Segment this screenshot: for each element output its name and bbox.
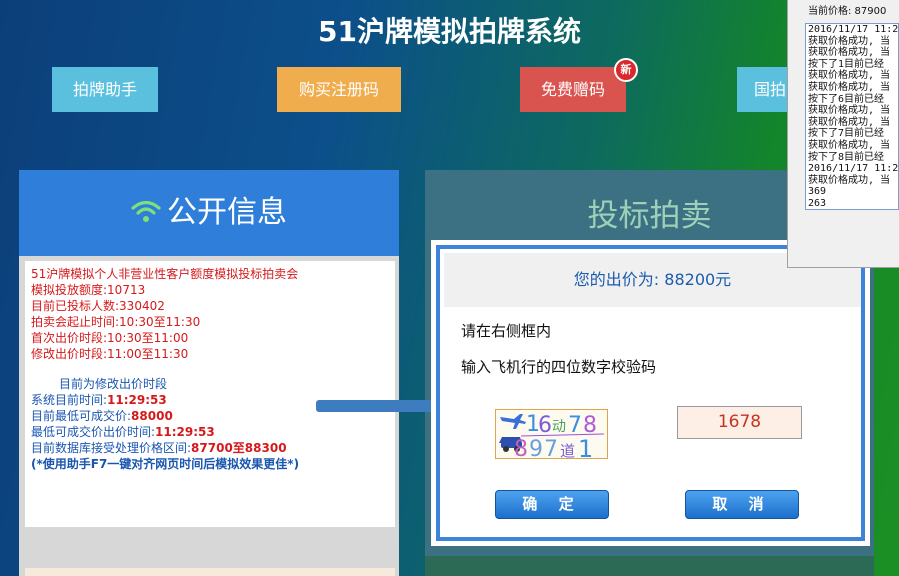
auction-bottom-bar [425, 556, 874, 576]
info-line: 目前已投标人数:330402 [31, 299, 165, 313]
wifi-icon [131, 171, 161, 257]
public-info-title: 公开信息 [167, 195, 287, 230]
info-line: 最低可成交价出价时间:11:29:53 [31, 424, 395, 440]
svg-text:8: 8 [514, 437, 528, 459]
public-info-panel: 公开信息 51沪牌模拟个人非营业性客户额度模拟投标拍卖会 模拟投放额度:1071… [19, 170, 399, 576]
free-gift-code-button[interactable]: 免费赠码 [520, 67, 626, 112]
buy-registration-code-button[interactable]: 购买注册码 [277, 67, 401, 112]
log-line: 获取价格成功, 当 [808, 35, 891, 47]
new-badge: 新 [614, 58, 638, 82]
svg-text:6: 6 [538, 413, 552, 438]
public-info-text: 51沪牌模拟个人非营业性客户额度模拟投标拍卖会 模拟投放额度:10713 目前已… [25, 261, 395, 527]
info-line: 拍卖会起止时间:10:30至11:30 [31, 315, 201, 329]
current-price-text: 当前价格: 87900 [808, 6, 887, 17]
log-line: 获取价格成功, 当 [808, 116, 891, 128]
log-textarea[interactable]: 2016/11/17 11:29 获取价格成功, 当 获取价格成功, 当 按下了… [805, 23, 899, 210]
svg-text:7: 7 [544, 437, 558, 459]
lowest-price-value: 88000 [131, 409, 173, 423]
panel-bottom-strip [25, 568, 395, 576]
auction-helper-button[interactable]: 拍牌助手 [52, 67, 158, 112]
info-line: 51沪牌模拟个人非营业性客户额度模拟投标拍卖会 [31, 267, 299, 281]
log-line: 2016/11/17 11:29 [808, 24, 899, 35]
log-line: 2016/11/17 11:29 [808, 163, 899, 175]
info-label: 系统目前时间: [31, 393, 108, 407]
public-info-header: 公开信息 [19, 170, 399, 256]
log-line: 263 [808, 197, 827, 209]
auction-bottom-button[interactable] [316, 400, 432, 412]
system-time-value: 11:29:53 [107, 393, 167, 407]
info-line: 模拟投放额度:10713 [31, 283, 146, 297]
captcha-image: 1 6 动 7 8 8 9 7 道 1 [495, 409, 608, 459]
info-label: 目前数据库接受处理价格区间: [31, 441, 192, 455]
log-line: 获取价格成功, 当 [808, 174, 891, 186]
log-line: 按下了6目前已经 [808, 93, 885, 105]
lowest-price-time-value: 11:29:53 [155, 425, 215, 439]
site-title: 51沪牌模拟拍牌系统 [318, 15, 581, 48]
log-line: 获取价格成功, 当 [808, 70, 891, 82]
info-line: 目前为修改出价时段 [59, 377, 168, 391]
info-line: 修改出价时段:11:00至11:30 [31, 347, 189, 361]
info-label: 最低可成交价出价时间: [31, 425, 156, 439]
log-line: 按下了8目前已经 [808, 151, 885, 163]
log-line: 获取价格成功, 当 [808, 47, 891, 59]
info-line: 首次出价时段:10:30至11:00 [31, 331, 189, 345]
svg-text:1: 1 [578, 435, 593, 459]
confirm-button[interactable]: 确 定 [495, 490, 609, 519]
info-label: 目前最低可成交价: [31, 409, 132, 423]
svg-text:9: 9 [529, 437, 543, 459]
log-line: 按下了7目前已经 [808, 128, 885, 140]
svg-text:道: 道 [560, 442, 575, 459]
captcha-input[interactable]: 1678 [677, 406, 802, 439]
cancel-button[interactable]: 取 消 [685, 490, 799, 519]
log-line: 获取价格成功, 当 [808, 139, 891, 151]
price-range-value: 87700至88300 [191, 441, 287, 455]
instruction-text: 输入飞机行的四位数字校验码 [461, 358, 657, 376]
svg-text:动: 动 [552, 419, 566, 435]
info-tip: (*使用助手F7一键对齐网页时间后模拟效果更佳*) [31, 457, 300, 471]
log-line: 获取价格成功, 当 [808, 105, 891, 117]
log-line: 获取价格成功, 当 [808, 81, 891, 93]
log-line: 369 [808, 186, 827, 198]
log-line: 按下了1目前已经 [808, 58, 885, 70]
instruction-text: 请在右侧框内 [461, 322, 552, 340]
info-line: 目前数据库接受处理价格区间:87700至88300 [31, 440, 395, 456]
